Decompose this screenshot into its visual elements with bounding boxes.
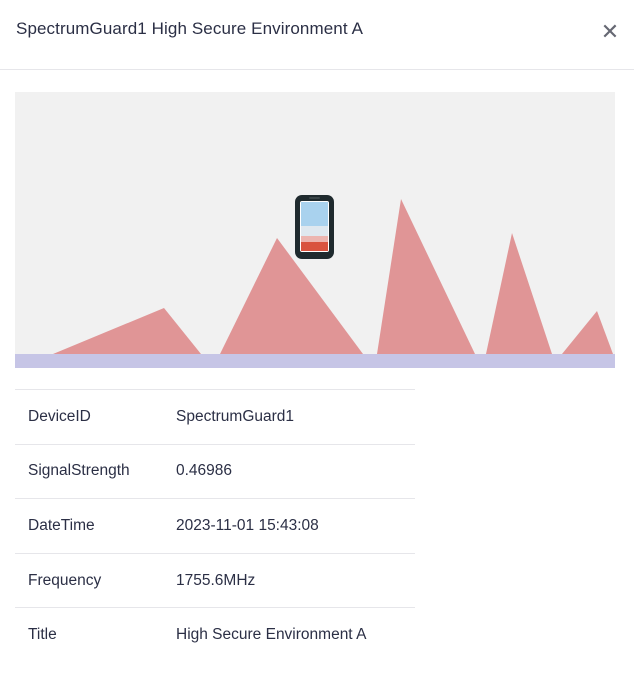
dialog-title: SpectrumGuard1 High Secure Environment A [16,19,364,38]
signal-peak [220,238,363,354]
row-value: 2023-11-01 15:43:08 [176,516,319,534]
dialog-header: SpectrumGuard1 High Secure Environment A… [0,0,634,70]
signal-peak [486,233,552,354]
table-row: DeviceID SpectrumGuard1 [15,389,415,445]
row-value: High Secure Environment A [176,626,367,644]
row-value: 0.46986 [176,462,233,480]
smartphone-icon [295,195,334,259]
baseline-bar [15,354,615,368]
table-row: SignalStrength 0.46986 [15,444,415,499]
close-icon[interactable]: ✕ [598,20,622,44]
row-key: SignalStrength [28,462,130,480]
row-key: Title [28,626,57,644]
signal-peak [53,308,201,354]
details-table: DeviceID SpectrumGuard1 SignalStrength 0… [15,389,415,662]
signal-peak [377,199,475,354]
table-row: Frequency 1755.6MHz [15,553,415,608]
table-row: Title High Secure Environment A [15,607,415,663]
row-value: SpectrumGuard1 [176,407,295,425]
signal-graphic [15,195,615,368]
row-value: 1755.6MHz [176,571,256,589]
signal-peak [562,311,613,354]
signal-visualization [15,92,615,368]
table-row: DateTime 2023-11-01 15:43:08 [15,498,415,554]
row-key: Frequency [28,571,102,589]
row-key: DeviceID [28,407,91,425]
row-key: DateTime [28,516,95,534]
